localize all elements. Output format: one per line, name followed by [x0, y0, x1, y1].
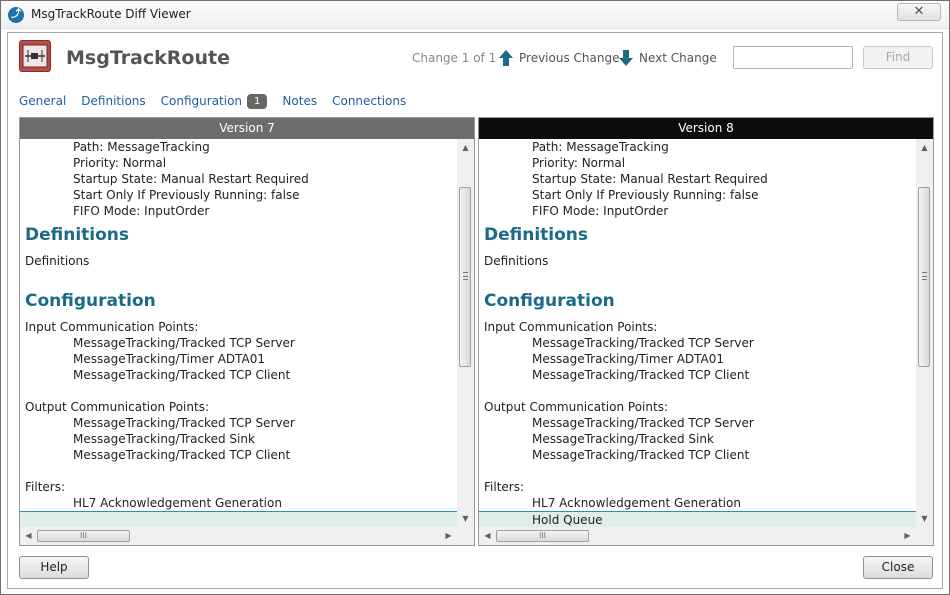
- property-line: Startup State: Manual Restart Required: [73, 172, 309, 186]
- tab-definitions[interactable]: Definitions: [81, 94, 145, 108]
- scroll-right-icon[interactable]: ▶: [899, 527, 916, 545]
- arrow-up-icon: [499, 50, 513, 66]
- horizontal-scrollbar[interactable]: ◀ III ▶: [20, 527, 474, 545]
- property-line: Path: MessageTracking: [532, 140, 669, 154]
- tab-general[interactable]: General: [19, 94, 66, 108]
- find-button[interactable]: Find: [863, 46, 933, 69]
- list-item: MessageTracking/Tracked TCP Server: [73, 336, 295, 350]
- window-title: MsgTrackRoute Diff Viewer: [31, 7, 191, 21]
- tab-notes[interactable]: Notes: [282, 94, 317, 108]
- route-name: MsgTrackRoute: [66, 47, 230, 69]
- pane-content: Path: MessageTracking Priority: Normal S…: [20, 139, 458, 527]
- help-button[interactable]: Help: [19, 556, 89, 579]
- arrow-down-icon: [619, 50, 633, 66]
- tab-configuration-label: Configuration: [160, 93, 243, 108]
- scroll-up-icon[interactable]: ▲: [916, 139, 933, 156]
- list-item: MessageTracking/Tracked TCP Client: [532, 368, 750, 382]
- property-line: Priority: Normal: [73, 156, 167, 170]
- tab-connections[interactable]: Connections: [332, 94, 406, 108]
- pane-header: Version 7: [20, 118, 474, 139]
- input-points-label: Input Communication Points:: [25, 320, 199, 334]
- scroll-left-icon[interactable]: ◀: [20, 527, 37, 545]
- scroll-down-icon[interactable]: ▼: [916, 510, 933, 527]
- window-close-button[interactable]: ✕: [897, 3, 941, 21]
- find-input[interactable]: [733, 46, 853, 69]
- list-item: MessageTracking/Tracked TCP Server: [532, 336, 754, 350]
- pane-header: Version 8: [479, 118, 933, 139]
- property-line: Start Only If Previously Running: false: [73, 188, 300, 202]
- content-frame: MsgTrackRoute Change 1 of 1 Previous Cha…: [7, 32, 943, 589]
- vertical-scrollbar[interactable]: ▲ ▼: [457, 139, 474, 527]
- section-tabs: General Definitions Configuration 1 Notes…: [19, 93, 421, 109]
- list-item: MessageTracking/Tracked TCP Client: [73, 448, 291, 462]
- change-count-badge: 1: [247, 93, 268, 109]
- horizontal-scrollbar[interactable]: ◀ III ▶: [479, 527, 933, 545]
- previous-change-button[interactable]: Previous Change: [498, 47, 619, 69]
- scroll-up-icon[interactable]: ▲: [457, 139, 474, 156]
- version-left-pane: Version 7 Path: MessageTracking Priority…: [19, 117, 475, 546]
- property-line: FIFO Mode: InputOrder: [73, 204, 210, 218]
- next-change-button[interactable]: Next Change: [618, 47, 717, 69]
- version-right-pane: Version 8 Path: MessageTracking Priority…: [478, 117, 934, 546]
- scroll-thumb[interactable]: [459, 187, 471, 367]
- scroll-left-icon[interactable]: ◀: [479, 527, 496, 545]
- list-item: MessageTracking/Tracked Sink: [532, 432, 714, 446]
- app-icon: ⤴: [8, 7, 24, 23]
- property-line: Startup State: Manual Restart Required: [532, 172, 768, 186]
- vertical-scrollbar[interactable]: ▲ ▼: [916, 139, 933, 527]
- list-item: MessageTracking/Tracked Sink: [73, 432, 255, 446]
- list-item: MessageTracking/Timer ADTA01: [532, 352, 725, 366]
- list-item: MessageTracking/Tracked TCP Client: [532, 448, 750, 462]
- scroll-right-icon[interactable]: ▶: [440, 527, 457, 545]
- scroll-thumb-horizontal[interactable]: III: [37, 530, 130, 542]
- scroll-down-icon[interactable]: ▼: [457, 510, 474, 527]
- definitions-text: Definitions: [484, 254, 549, 268]
- list-item: MessageTracking/Tracked TCP Client: [73, 368, 291, 382]
- scroll-thumb[interactable]: [918, 187, 930, 367]
- tab-configuration[interactable]: Configuration 1: [160, 93, 268, 109]
- title-bar: ⤴ MsgTrackRoute Diff Viewer ✕: [1, 1, 949, 29]
- pane-content: Path: MessageTracking Priority: Normal S…: [479, 139, 917, 527]
- configuration-heading: Configuration: [484, 291, 615, 311]
- property-line: Path: MessageTracking: [73, 140, 210, 154]
- property-line: FIFO Mode: InputOrder: [532, 204, 669, 218]
- list-item: HL7 Acknowledgement Generation: [73, 496, 282, 510]
- property-line: Start Only If Previously Running: false: [532, 188, 759, 202]
- definitions-heading: Definitions: [484, 225, 589, 245]
- diff-highlight-row: Hold Queue: [479, 511, 917, 527]
- filters-label: Filters:: [25, 480, 66, 494]
- diff-viewer-window: ⤴ MsgTrackRoute Diff Viewer ✕ MsgTrackRo…: [0, 0, 950, 595]
- next-change-label: Next Change: [639, 51, 717, 65]
- list-item: HL7 Acknowledgement Generation: [532, 496, 741, 510]
- property-line: Priority: Normal: [532, 156, 626, 170]
- list-item: MessageTracking/Tracked TCP Server: [73, 416, 295, 430]
- route-icon: [19, 40, 51, 72]
- definitions-heading: Definitions: [25, 225, 130, 245]
- configuration-heading: Configuration: [25, 291, 156, 311]
- filters-label: Filters:: [484, 480, 525, 494]
- scroll-thumb-horizontal[interactable]: III: [496, 530, 589, 542]
- output-points-label: Output Communication Points:: [484, 400, 668, 414]
- definitions-text: Definitions: [25, 254, 90, 268]
- previous-change-label: Previous Change: [519, 51, 620, 65]
- diff-highlight-row: [20, 511, 458, 527]
- input-points-label: Input Communication Points:: [484, 320, 658, 334]
- list-item: MessageTracking/Timer ADTA01: [73, 352, 266, 366]
- output-points-label: Output Communication Points:: [25, 400, 209, 414]
- close-button[interactable]: Close: [863, 556, 933, 579]
- change-status: Change 1 of 1: [412, 51, 497, 65]
- list-item: MessageTracking/Tracked TCP Server: [532, 416, 754, 430]
